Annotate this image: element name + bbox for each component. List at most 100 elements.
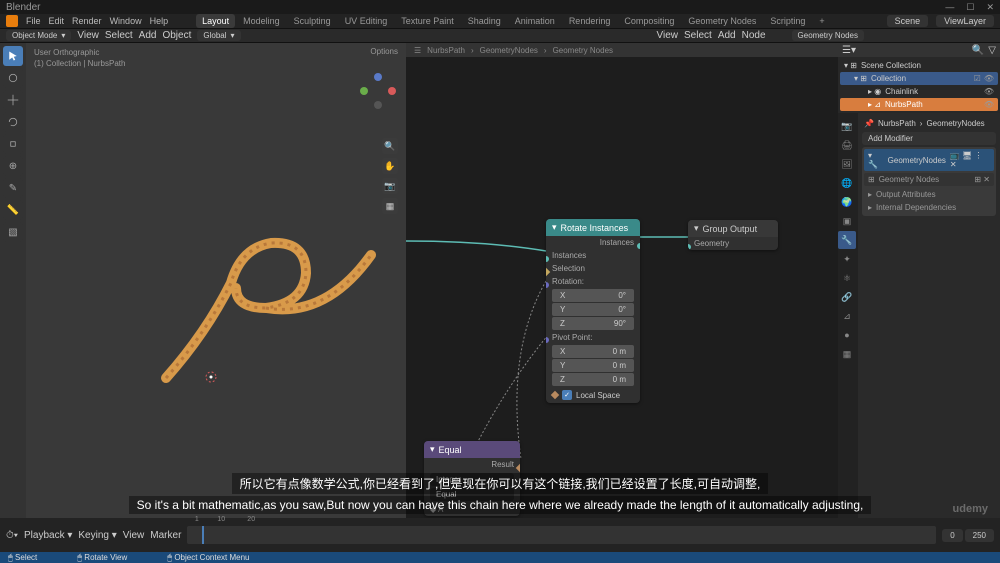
viewport-3d[interactable]: User Orthographic (1) Collection | Nurbs… xyxy=(26,43,406,518)
pivot-z[interactable]: Z0 m xyxy=(552,373,634,386)
tool-move[interactable] xyxy=(3,90,23,110)
modifier-header[interactable]: ▾ 🔧 GeometryNodes 📺 🖥 ⋮ ✕ xyxy=(864,149,994,171)
ne-add[interactable]: Add xyxy=(718,30,736,41)
tool-select[interactable] xyxy=(3,46,23,66)
menu-help[interactable]: Help xyxy=(150,16,169,26)
keying-menu[interactable]: Keying ▾ xyxy=(78,530,116,541)
tb-view[interactable]: View xyxy=(77,30,99,41)
timeline-view[interactable]: View xyxy=(123,530,145,541)
outliner-type-icon[interactable]: ☰▾ xyxy=(842,45,856,56)
tab-shading[interactable]: Shading xyxy=(462,14,507,28)
pan-icon[interactable]: ✋ xyxy=(382,158,398,174)
axis-y[interactable] xyxy=(360,87,368,95)
menu-edit[interactable]: Edit xyxy=(49,16,65,26)
playback-menu[interactable]: Playback ▾ xyxy=(24,530,72,541)
ptab-modifier[interactable]: 🔧 xyxy=(838,231,856,249)
outliner-search-icon[interactable]: 🔍 xyxy=(972,45,984,56)
local-space[interactable]: ✓ Local Space xyxy=(546,387,640,403)
ptab-world[interactable]: 🌍 xyxy=(838,193,856,211)
node-group-output[interactable]: ▾ Group Output Geometry xyxy=(688,220,778,250)
ptab-output[interactable]: 🖨 xyxy=(838,136,856,154)
tree-nurbspath[interactable]: ▸ ⊿ NurbsPath 👁 xyxy=(840,98,998,111)
tab-geonodes[interactable]: Geometry Nodes xyxy=(682,14,762,28)
playhead[interactable] xyxy=(202,526,204,544)
frame-start[interactable]: 0 xyxy=(942,529,962,542)
viewport-options[interactable]: Options xyxy=(370,47,398,56)
timeline-track[interactable]: 1 10 20 xyxy=(187,526,936,544)
frame-end[interactable]: 250 xyxy=(965,529,994,542)
nav-gizmo[interactable] xyxy=(360,73,396,109)
ne-node[interactable]: Node xyxy=(742,30,766,41)
menu-window[interactable]: Window xyxy=(110,16,142,26)
tab-modeling[interactable]: Modeling xyxy=(237,14,286,28)
pivot-y[interactable]: Y0 m xyxy=(552,359,634,372)
nodetree-selector[interactable]: Geometry Nodes xyxy=(792,30,864,41)
mod-internal-deps[interactable]: ▸ Internal Dependencies xyxy=(864,201,994,214)
tool-transform[interactable]: ⊕ xyxy=(3,156,23,176)
ptab-scene[interactable]: 🌐 xyxy=(838,174,856,192)
bc-mod[interactable]: GeometryNodes xyxy=(480,46,538,55)
tree-chainlink[interactable]: ▸ ◉ Chainlink 👁 xyxy=(840,85,998,98)
tool-scale[interactable] xyxy=(3,134,23,154)
orient-selector[interactable]: Global ▾ xyxy=(197,30,240,41)
bc-object[interactable]: NurbsPath xyxy=(427,46,465,55)
mod-output-attrs[interactable]: ▸ Output Attributes xyxy=(864,188,994,201)
tool-annotate[interactable]: ✎ xyxy=(3,178,23,198)
tree-collection[interactable]: ▾ ⊞ Collection ☑👁 xyxy=(840,72,998,85)
tab-render[interactable]: Rendering xyxy=(563,14,617,28)
mode-selector[interactable]: Object Mode ▾ xyxy=(6,30,71,41)
rot-y[interactable]: Y0° xyxy=(552,303,634,316)
prop-object[interactable]: NurbsPath xyxy=(878,119,916,128)
timeline-marker[interactable]: Marker xyxy=(150,530,181,541)
tab-add[interactable]: + xyxy=(813,14,830,28)
tool-rotate[interactable] xyxy=(3,112,23,132)
tb-select[interactable]: Select xyxy=(105,30,133,41)
scene-selector[interactable]: Scene xyxy=(887,15,929,27)
tree-scene[interactable]: ▾ ⊞ Scene Collection xyxy=(840,59,998,72)
camera-icon[interactable]: 📷 xyxy=(382,178,398,194)
node-canvas[interactable]: ▾ Rotate Instances Instances Instances S… xyxy=(406,71,838,518)
rot-x[interactable]: X0° xyxy=(552,289,634,302)
ptab-particle[interactable]: ✦ xyxy=(838,250,856,268)
ptab-view[interactable]: 🖼 xyxy=(838,155,856,173)
ne-view[interactable]: View xyxy=(657,30,679,41)
outliner-filter-icon[interactable]: ▽ xyxy=(988,45,996,56)
tab-comp[interactable]: Compositing xyxy=(618,14,680,28)
tab-anim[interactable]: Animation xyxy=(509,14,561,28)
tool-measure[interactable]: 📏 xyxy=(3,200,23,220)
ptab-render[interactable]: 📷 xyxy=(838,117,856,135)
pin-icon[interactable]: 📌 xyxy=(864,119,874,128)
timeline-type-icon[interactable]: ⏱▾ xyxy=(6,530,18,541)
menu-file[interactable]: File xyxy=(26,16,41,26)
viewlayer-selector[interactable]: ViewLayer xyxy=(936,15,994,27)
socket-local[interactable] xyxy=(551,391,559,399)
bc-tree[interactable]: Geometry Nodes xyxy=(553,46,613,55)
tool-cursor[interactable] xyxy=(3,68,23,88)
zoom-icon[interactable]: 🔍 xyxy=(382,138,398,154)
tb-add[interactable]: Add xyxy=(139,30,157,41)
ptab-texture[interactable]: ▦ xyxy=(838,345,856,363)
tab-sculpting[interactable]: Sculpting xyxy=(288,14,337,28)
socket-out-instances[interactable] xyxy=(637,243,640,249)
chain-object[interactable] xyxy=(126,213,386,413)
add-modifier-button[interactable]: Add Modifier xyxy=(862,132,996,145)
minimize-button[interactable]: — xyxy=(945,2,954,13)
ptab-physics[interactable]: ⚛ xyxy=(838,269,856,287)
prop-modtree[interactable]: GeometryNodes xyxy=(926,119,984,128)
ptab-constraint[interactable]: 🔗 xyxy=(838,288,856,306)
ptab-data[interactable]: ⊿ xyxy=(838,307,856,325)
ptab-object[interactable]: ▣ xyxy=(838,212,856,230)
tab-scripting[interactable]: Scripting xyxy=(764,14,811,28)
tab-layout[interactable]: Layout xyxy=(196,14,235,28)
close-button[interactable]: ✕ xyxy=(986,2,994,13)
node-rotate-instances[interactable]: ▾ Rotate Instances Instances Instances S… xyxy=(546,219,640,403)
axis-neg[interactable] xyxy=(374,101,382,109)
mod-nodetree[interactable]: Geometry Nodes xyxy=(879,175,939,184)
tab-texpaint[interactable]: Texture Paint xyxy=(395,14,460,28)
ptab-material[interactable]: ● xyxy=(838,326,856,344)
ne-select[interactable]: Select xyxy=(684,30,712,41)
tool-addcube[interactable]: ▧ xyxy=(3,222,23,242)
tab-uv[interactable]: UV Editing xyxy=(339,14,394,28)
rot-z[interactable]: Z90° xyxy=(552,317,634,330)
maximize-button[interactable]: ☐ xyxy=(966,2,974,13)
